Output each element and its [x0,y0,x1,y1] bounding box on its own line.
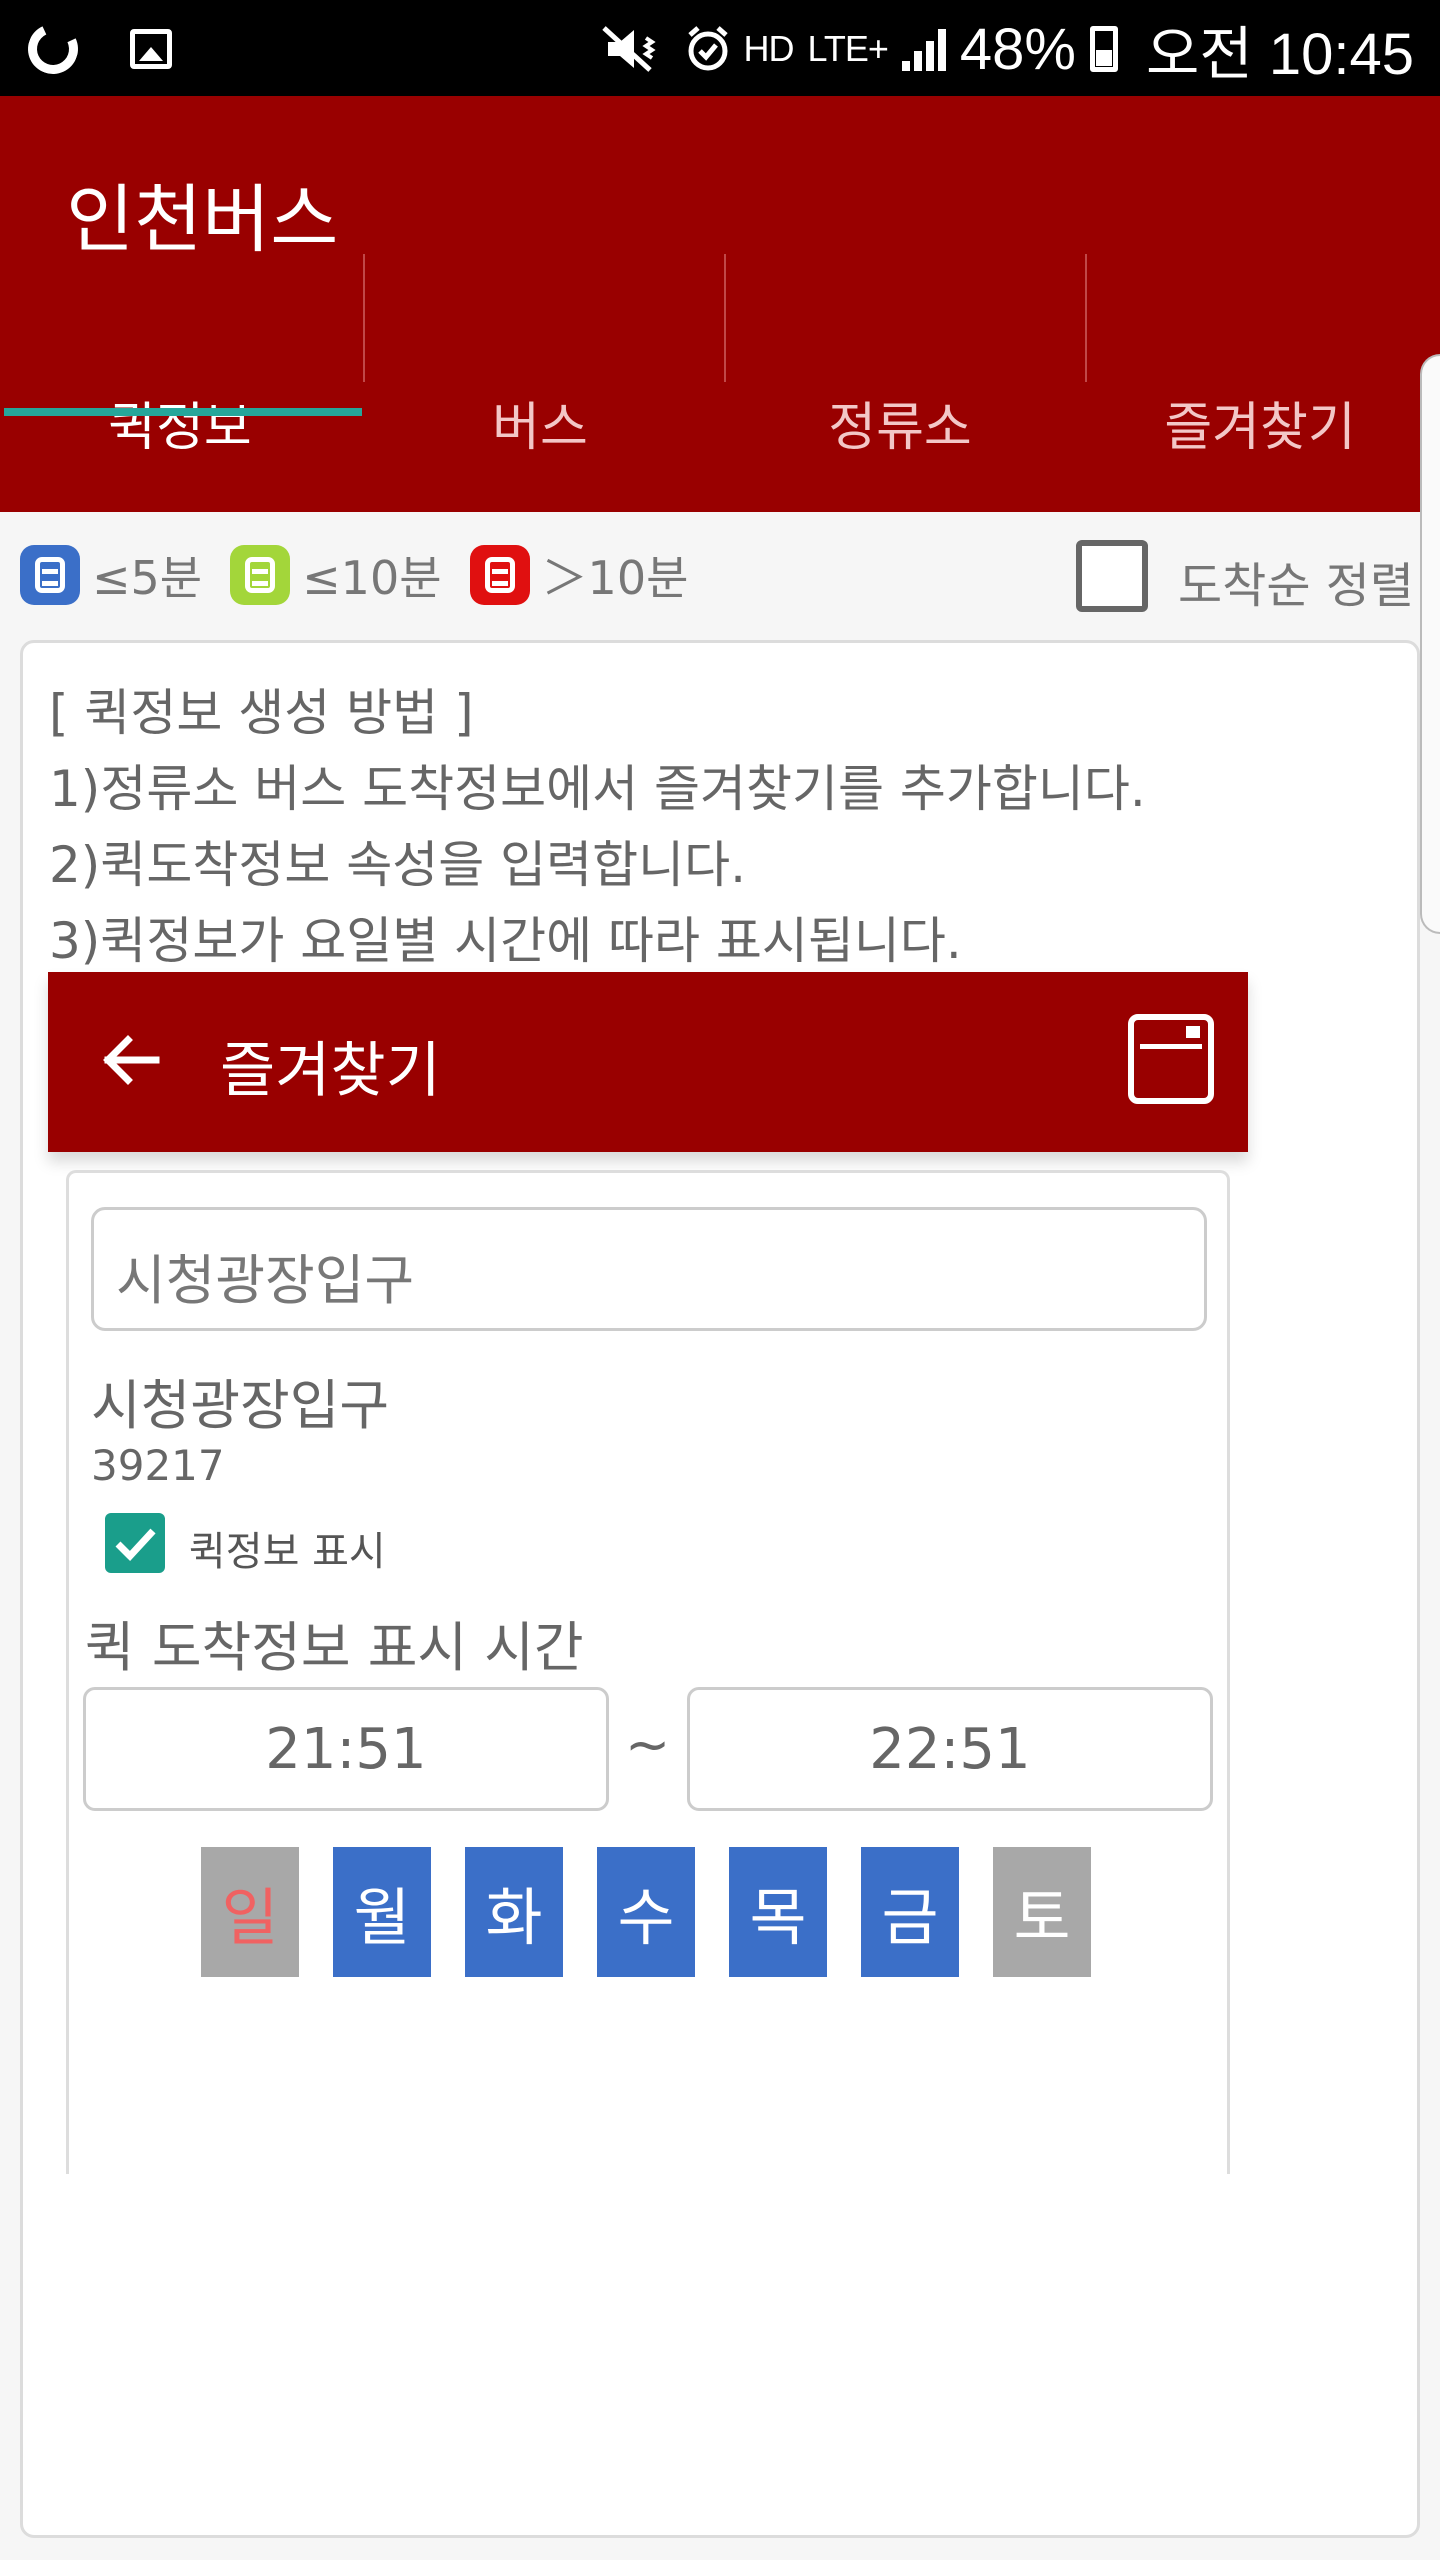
day-friday: 금 [861,1847,959,1977]
sort-by-arrival-checkbox[interactable] [1076,540,1148,612]
battery-percent: 48% [959,16,1077,82]
status-bar: HD LTE+ 48% 오전 10:45 [0,0,1440,96]
checkmark-icon [115,1528,156,1562]
day-saturday: 토 [993,1847,1091,1977]
example-end-time: 22:51 [687,1687,1213,1811]
example-quick-info-checkbox [105,1513,165,1573]
signal-icon [901,27,946,71]
legend-label: ≤10분 [302,551,442,605]
tab-divider [1085,254,1087,382]
example-stop-name: 시청광장입구 [91,1374,390,1437]
example-start-time: 21:51 [83,1687,609,1811]
lte-icon: LTE+ [807,28,889,69]
alarm-icon [687,26,728,71]
sort-by-arrival-label[interactable]: 도착순 정렬 [1178,546,1414,616]
legend-label: ≤5분 [92,551,203,605]
example-title: 즐겨찾기 [220,1036,441,1106]
tab-bar: 퀵정보 버스 정류소 즐겨찾기 [0,342,1440,512]
arrival-legend: ≤5분 ≤10분 ＞10분 [20,540,704,610]
battery-icon [1090,26,1119,72]
app-title: 인천버스 [66,177,339,263]
info-step: 3)퀵정보가 요일별 시간에 따라 표시됩니다. [49,912,962,970]
day-sunday: 일 [201,1847,299,1977]
status-bar-right: HD LTE+ 48% 오전 10:45 [601,14,1414,87]
app-bar: 인천버스 퀵정보 버스 정류소 즐겨찾기 [0,96,1440,934]
mute-icon [601,26,656,72]
g-app-icon [20,16,86,82]
example-quick-info-label: 퀵정보 표시 [189,1529,386,1575]
status-bar-left [20,16,172,82]
back-arrow-icon [103,1035,160,1085]
tab-stop[interactable]: 정류소 [720,342,1080,512]
example-time-label: 퀵 도착정보 표시 시간 [85,1616,584,1679]
tab-quick-info[interactable]: 퀵정보 [0,342,360,512]
day-monday: 월 [333,1847,431,1977]
info-step: 2)퀵도착정보 속성을 입력합니다. [49,836,746,894]
tab-divider [363,254,365,382]
tab-favorites[interactable]: 즐겨찾기 [1080,342,1440,512]
bus-green-icon [230,545,291,605]
day-wednesday: 수 [597,1847,695,1977]
tab-label: 정류소 [828,397,972,458]
save-icon [1128,1014,1214,1104]
active-tab-indicator [4,408,362,416]
tab-bus[interactable]: 버스 [360,342,720,512]
clock: 오전 10:45 [1146,22,1414,87]
tab-divider [724,254,726,382]
tab-label: 버스 [492,397,588,458]
image-icon [130,29,172,69]
day-tuesday: 화 [465,1847,563,1977]
legend-label: ＞10분 [541,551,689,605]
example-day-selector: 일 월 화 수 목 금 토 [201,1847,1091,1977]
tab-label: 퀵정보 [108,397,252,458]
info-step: 1)정류소 버스 도착정보에서 즐겨찾기를 추가합니다. [49,760,1146,818]
example-stop-code: 39217 [91,1441,225,1490]
info-heading: [ 퀵정보 생성 방법 ] [49,684,474,742]
example-time-separator: ~ [625,1713,671,1776]
day-thursday: 목 [729,1847,827,1977]
example-app-bar: 즐겨찾기 [48,972,1248,1152]
example-screenshot: 즐겨찾기 시청광장입구 시청광장입구 39217 퀵정보 표시 퀵 도착정보 표… [48,972,1248,2174]
hd-icon: HD [743,28,795,69]
example-form: 시청광장입구 시청광장입구 39217 퀵정보 표시 퀵 도착정보 표시 시간 … [66,1170,1230,2174]
bus-blue-icon [20,545,80,605]
bus-red-icon [469,545,530,605]
example-name-input: 시청광장입구 [91,1207,1207,1331]
tab-label: 즐겨찾기 [1164,397,1356,458]
